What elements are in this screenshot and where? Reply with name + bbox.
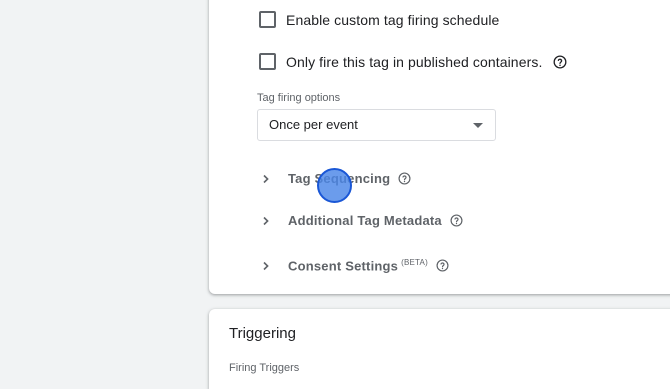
chevron-right-icon[interactable] bbox=[261, 261, 271, 271]
custom-firing-schedule-label[interactable]: Enable custom tag firing schedule bbox=[286, 12, 499, 28]
help-icon[interactable] bbox=[553, 55, 567, 69]
published-containers-row[interactable]: Only fire this tag in published containe… bbox=[259, 53, 567, 70]
dropdown-arrow-icon bbox=[473, 123, 483, 128]
additional-tag-metadata-section[interactable]: Additional Tag Metadata bbox=[261, 213, 464, 228]
additional-tag-metadata-label[interactable]: Additional Tag Metadata bbox=[288, 213, 442, 228]
custom-firing-schedule-checkbox[interactable] bbox=[259, 11, 276, 28]
tag-firing-options-label: Tag firing options bbox=[257, 92, 341, 104]
help-icon[interactable] bbox=[398, 171, 412, 186]
triggering-card: Triggering Firing Triggers bbox=[209, 309, 670, 389]
tag-configuration-card: Enable custom tag firing schedule Only f… bbox=[209, 0, 670, 294]
consent-settings-label[interactable]: Consent Settings (BETA) bbox=[288, 258, 428, 273]
triggering-title: Triggering bbox=[229, 325, 296, 342]
help-icon[interactable] bbox=[450, 213, 464, 228]
consent-settings-text[interactable]: Consent Settings bbox=[288, 258, 398, 273]
firing-triggers-label: Firing Triggers bbox=[229, 362, 300, 374]
published-containers-checkbox[interactable] bbox=[259, 53, 276, 70]
beta-badge: (BETA) bbox=[401, 258, 428, 267]
help-icon[interactable] bbox=[436, 259, 450, 273]
chevron-right-icon[interactable] bbox=[261, 174, 271, 184]
consent-settings-section[interactable]: Consent Settings (BETA) bbox=[261, 258, 450, 273]
chevron-right-icon[interactable] bbox=[261, 216, 271, 226]
published-containers-label[interactable]: Only fire this tag in published containe… bbox=[286, 54, 542, 70]
click-indicator bbox=[317, 168, 352, 203]
tag-firing-options-value: Once per event bbox=[269, 117, 358, 132]
custom-firing-schedule-row[interactable]: Enable custom tag firing schedule bbox=[259, 11, 499, 28]
tag-firing-options-select[interactable]: Once per event bbox=[257, 109, 496, 141]
